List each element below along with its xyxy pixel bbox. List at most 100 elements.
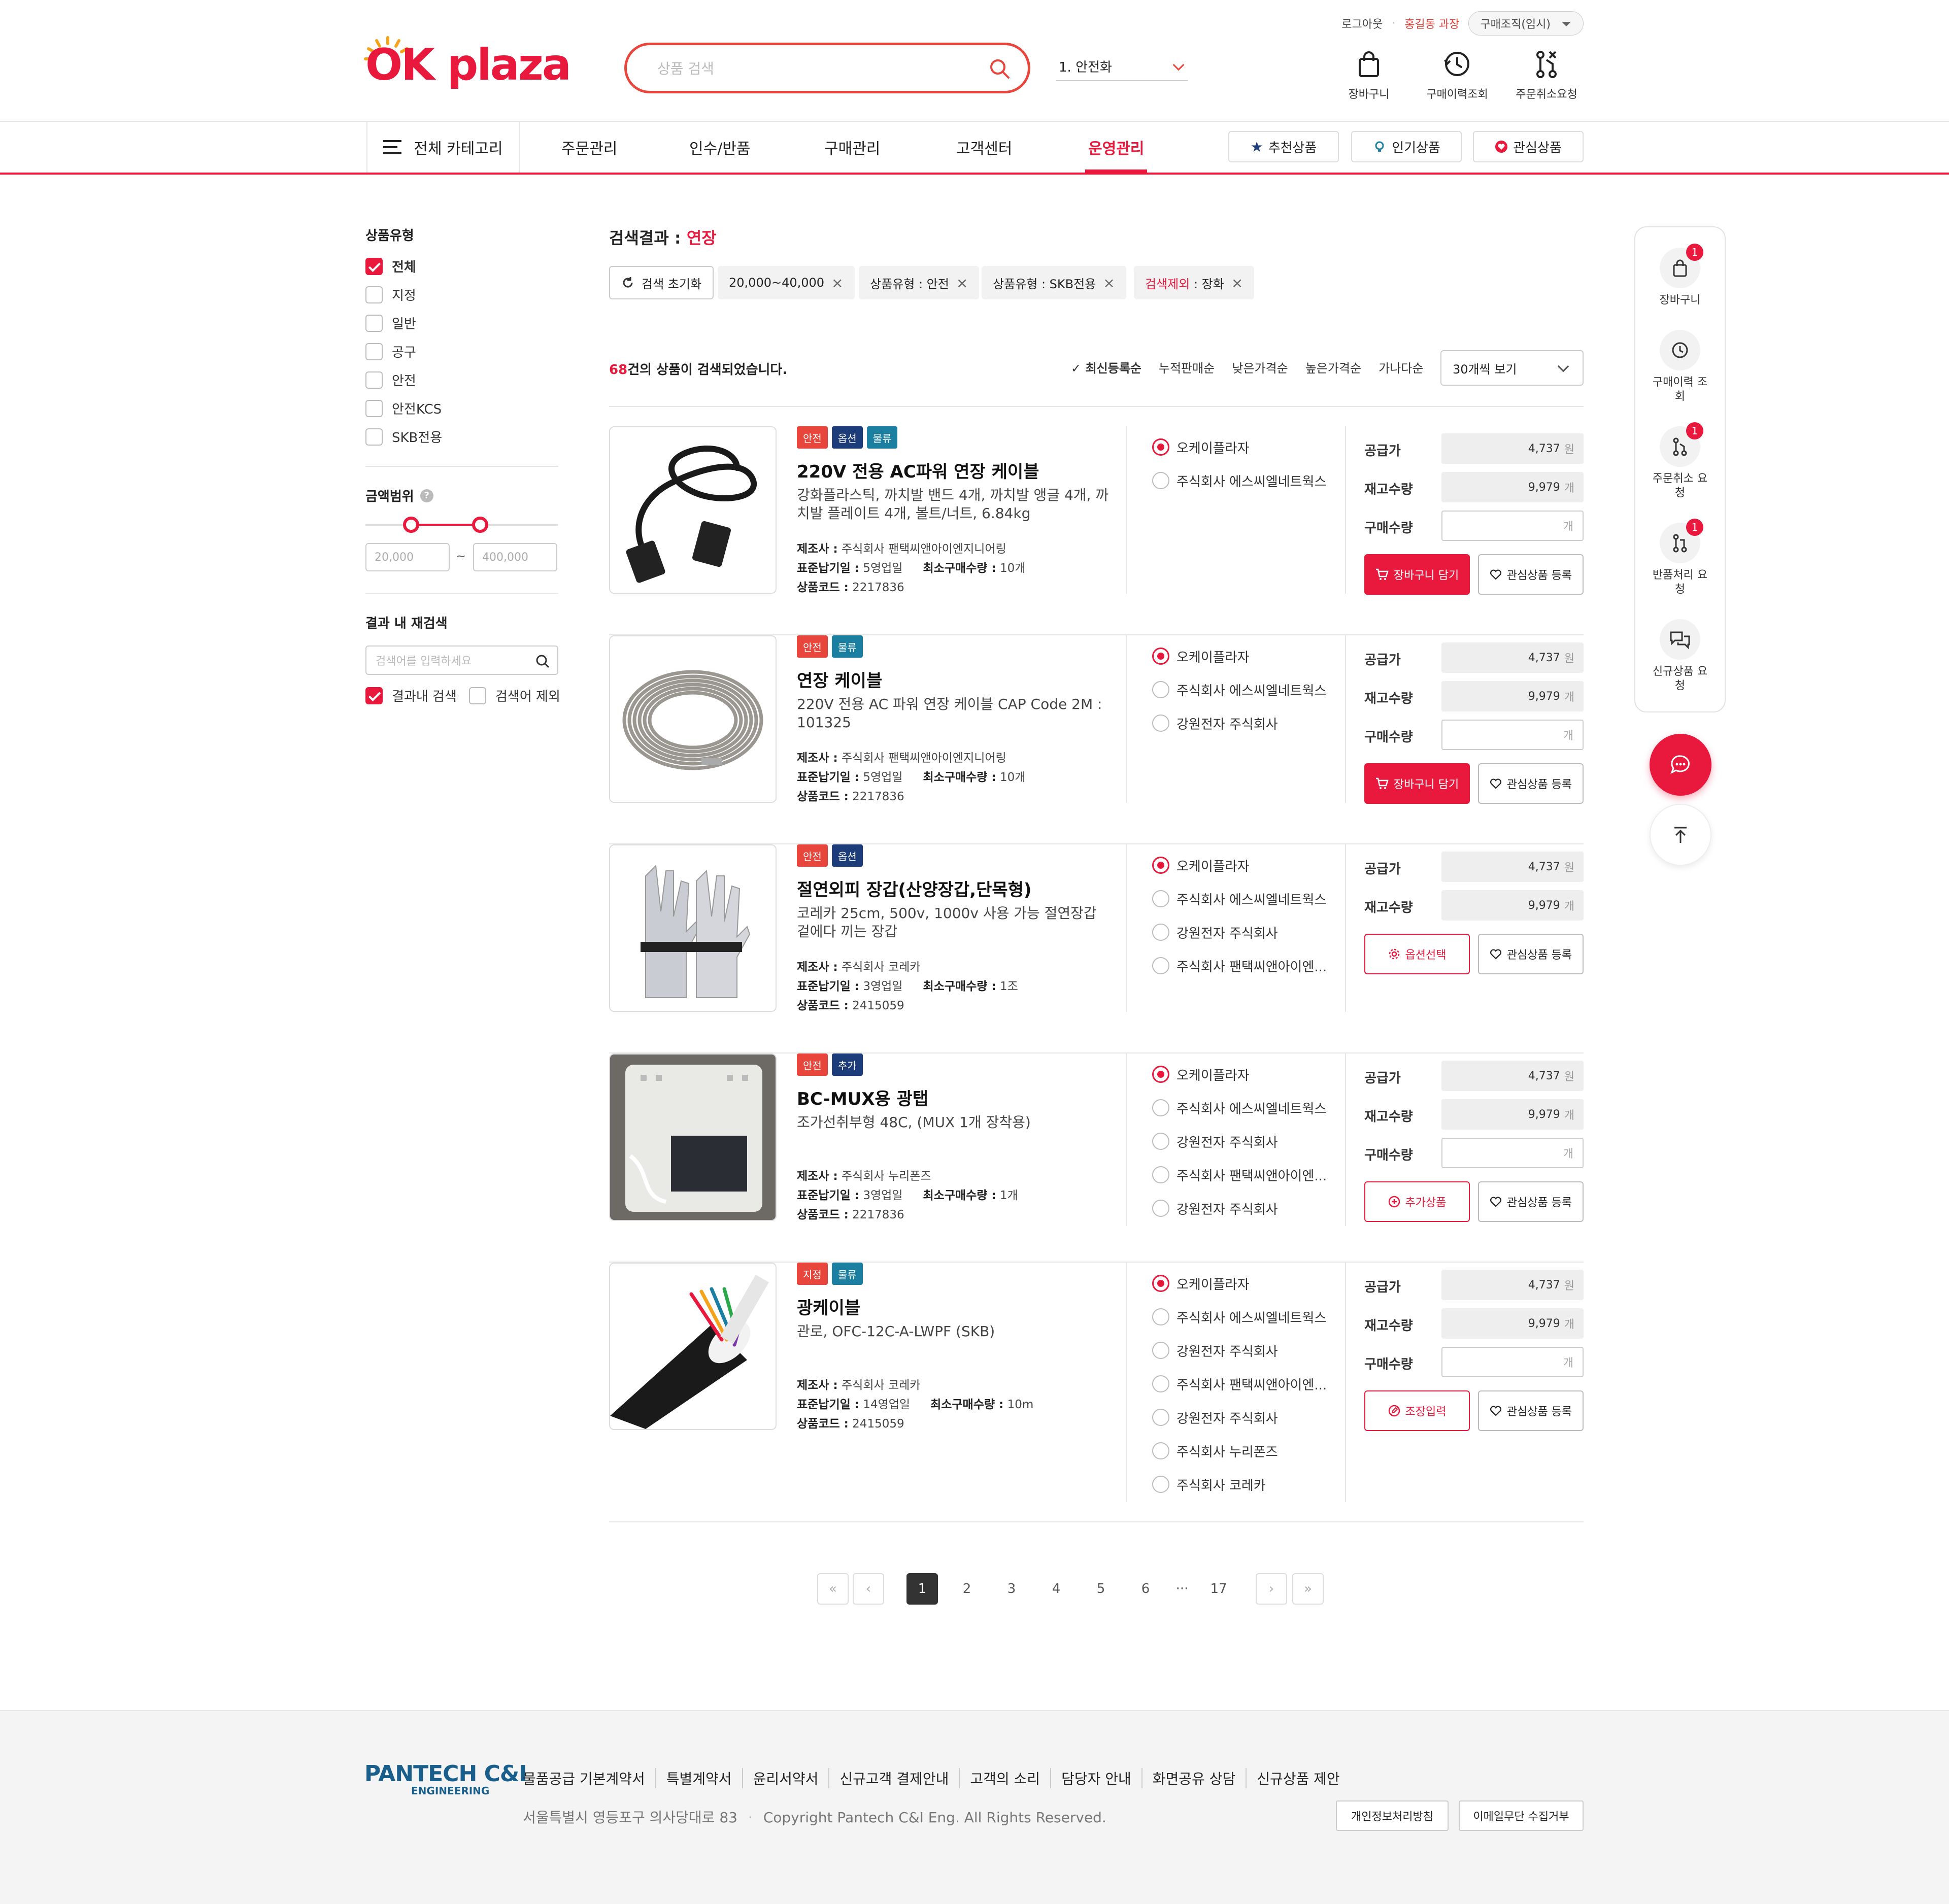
supplier-option[interactable]: 오케이플라자 [1152,1058,1340,1091]
supplier-option[interactable]: 오케이플라자 [1152,639,1340,673]
nav-item-operation[interactable]: 운영관리 [1085,122,1148,173]
supplier-option[interactable]: 주식회사 에스씨엘네트웍스 [1152,1300,1340,1334]
help-icon[interactable]: ? [420,489,433,502]
range-handle-min[interactable] [403,517,419,533]
product-thumbnail[interactable] [609,1053,777,1221]
supplier-option[interactable]: 주식회사 에스씨엘네트웍스 [1152,673,1340,706]
page-1[interactable]: 1 [906,1573,938,1605]
sort-low-price[interactable]: 낮은가격순 [1232,358,1288,376]
edit-button[interactable]: 조장입력 [1364,1390,1470,1431]
close-icon[interactable]: × [831,275,843,291]
keyword-select[interactable]: 1. 안전화 [1056,57,1188,81]
rail-return[interactable]: 1 반품처리 요청 [1635,519,1725,597]
supplier-option[interactable]: 오케이플라자 [1152,430,1340,464]
supplier-option[interactable]: 주식회사 팬택씨앤아이엔... [1152,1158,1340,1192]
filter-chip[interactable]: 20,000~40,000 × [718,266,855,299]
re-search-input[interactable]: 검색어를 입력하세요 [365,645,558,675]
footer-link[interactable]: 신규고객 결제안내 [828,1768,959,1788]
type-option[interactable]: 전체 [365,257,416,276]
wishlist-add-button[interactable]: 관심상품 등록 [1478,763,1584,804]
rail-cart[interactable]: 1 장바구니 [1635,244,1725,308]
logout-link[interactable]: 로그아웃 [1341,15,1383,31]
page-5[interactable]: 5 [1085,1573,1117,1605]
filter-chip[interactable]: 상품유형 : SKB전용 × [982,266,1126,299]
all-category-button[interactable]: 전체 카테고리 [366,122,520,173]
popular-button[interactable]: 인기상품 [1351,131,1462,162]
chat-button[interactable] [1650,734,1711,796]
add-to-cart-button[interactable]: 장바구니 담기 [1364,763,1470,804]
in-result-option[interactable]: 결과내 검색 [365,686,457,705]
rail-cancel[interactable]: 1 주문취소 요청 [1635,422,1725,500]
search-icon[interactable] [535,654,550,669]
type-option[interactable]: 일반 [365,314,416,332]
supplier-option[interactable]: 강원전자 주식회사 [1152,1125,1340,1158]
product-name[interactable]: BC-MUX용 광탭 [797,1085,928,1110]
next-page-button[interactable]: › [1256,1573,1287,1605]
footer-link[interactable]: 특별계약서 [655,1768,742,1788]
supplier-option[interactable]: 오케이플라자 [1152,848,1340,882]
supplier-option[interactable]: 주식회사 팬택씨앤아이엔... [1152,1367,1340,1401]
footer-link[interactable]: 신규상품 제안 [1246,1768,1350,1788]
search-icon[interactable] [988,57,1011,80]
price-min-input[interactable]: 20,000 [365,543,450,571]
recommended-button[interactable]: ★ 추천상품 [1228,131,1339,162]
footer-link[interactable]: 화면공유 상담 [1141,1768,1246,1788]
sort-latest[interactable]: ✓ 최신등록순 [1071,358,1141,376]
wishlist-add-button[interactable]: 관심상품 등록 [1478,1390,1584,1431]
close-icon[interactable]: × [956,275,968,291]
quick-cancel[interactable]: 주문취소요청 [1503,49,1590,101]
ok-plaza-logo[interactable]: OK plaza [364,36,572,90]
supplier-option[interactable]: 주식회사 에스씨엘네트웍스 [1152,1091,1340,1125]
sort-alphabetical[interactable]: 가나다순 [1379,358,1423,376]
quick-history[interactable]: 구매이력조회 [1414,49,1500,101]
nav-item-purchase[interactable]: 구매관리 [821,122,883,173]
per-page-select[interactable]: 30개씩 보기 [1440,350,1584,386]
exclude-option[interactable]: 검색어 제외 [469,686,560,705]
product-name[interactable]: 광케이블 [797,1294,860,1319]
user-name[interactable]: 홍길동 과장 [1404,15,1459,31]
type-option[interactable]: 지정 [365,285,416,304]
product-thumbnail[interactable] [609,426,777,594]
page-3[interactable]: 3 [996,1573,1027,1605]
sort-high-price[interactable]: 높은가격순 [1305,358,1361,376]
add-to-cart-button[interactable]: 장바구니 담기 [1364,554,1470,595]
price-max-input[interactable]: 400,000 [473,543,557,571]
page-4[interactable]: 4 [1040,1573,1072,1605]
footer-link[interactable]: 고객의 소리 [959,1768,1050,1788]
nav-item-support[interactable]: 고객센터 [953,122,1015,173]
reset-filter-button[interactable]: 검색 초기화 [609,266,714,299]
footer-link[interactable]: 윤리서약서 [742,1768,829,1788]
page-6[interactable]: 6 [1130,1573,1161,1605]
range-handle-max[interactable] [472,517,488,533]
add-button[interactable]: 추가상품 [1364,1181,1470,1222]
quick-cart[interactable]: 장바구니 [1326,49,1412,101]
qty-input[interactable]: 개 [1441,511,1584,541]
page-last[interactable]: 17 [1203,1573,1234,1605]
type-option[interactable]: 안전KCS [365,399,442,418]
type-option[interactable]: 안전 [365,370,416,389]
product-name[interactable]: 연장 케이블 [797,667,882,692]
org-select[interactable]: 구매조직(임시) [1468,11,1584,36]
page-2[interactable]: 2 [951,1573,983,1605]
close-icon[interactable]: × [1103,275,1115,291]
privacy-policy-button[interactable]: 개인정보처리방침 [1336,1800,1449,1831]
supplier-option[interactable]: 강원전자 주식회사 [1152,1192,1340,1225]
type-option[interactable]: 공구 [365,342,416,361]
product-name[interactable]: 절연외피 장갑(산양장갑,단목형) [797,876,1031,901]
supplier-option[interactable]: 오케이플라자 [1152,1267,1340,1300]
footer-link[interactable]: 물품공급 기본계약서 [523,1768,655,1788]
supplier-option[interactable]: 강원전자 주식회사 [1152,915,1340,949]
sort-sales[interactable]: 누적판매순 [1159,358,1215,376]
filter-chip[interactable]: 상품유형 : 안전 × [859,266,980,299]
prev-page-button[interactable]: ‹ [853,1573,884,1605]
last-page-button[interactable]: » [1292,1573,1324,1605]
close-icon[interactable]: × [1231,275,1243,291]
type-option[interactable]: SKB전용 [365,427,442,446]
supplier-option[interactable]: 주식회사 누리폰즈 [1152,1434,1340,1468]
filter-chip-exclude[interactable]: 검색제외 : 장화 × [1134,266,1255,299]
supplier-option[interactable]: 주식회사 팬택씨앤아이엔... [1152,949,1340,982]
supplier-option[interactable]: 주식회사 에스씨엘네트웍스 [1152,464,1340,497]
supplier-option[interactable]: 주식회사 코레카 [1152,1468,1340,1501]
rail-new-product[interactable]: 신규상품 요청 [1635,619,1725,693]
wishlist-add-button[interactable]: 관심상품 등록 [1478,554,1584,595]
